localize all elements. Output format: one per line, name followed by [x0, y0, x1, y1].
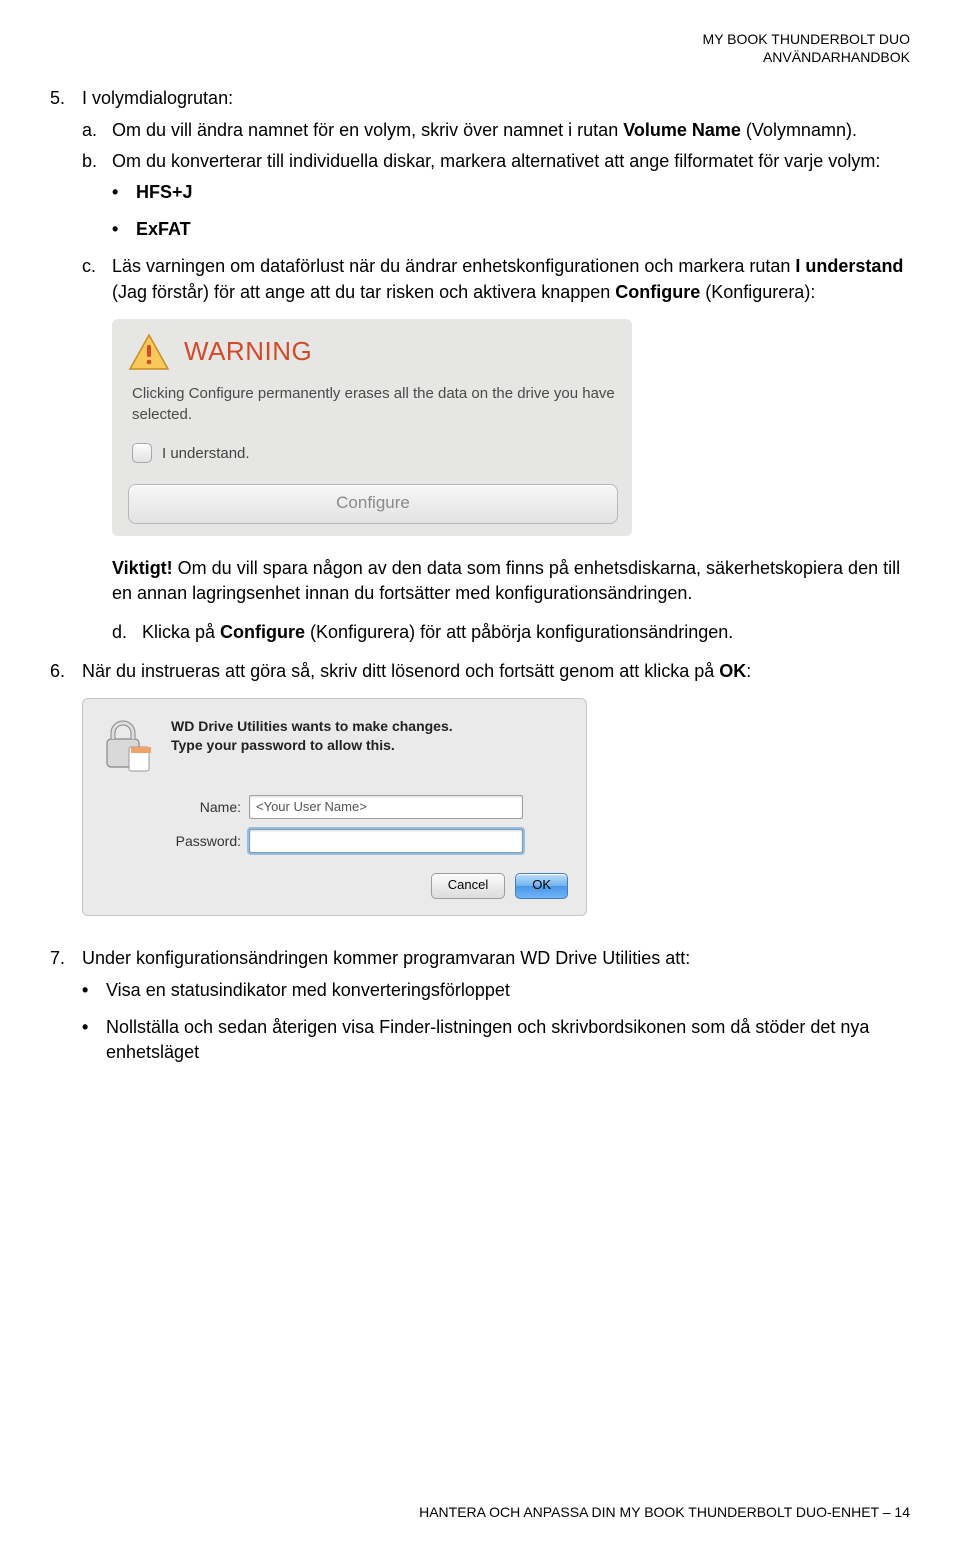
- name-field[interactable]: <Your User Name>: [249, 795, 523, 819]
- warning-text: Clicking Configure permanently erases al…: [132, 383, 616, 425]
- header-line1: MY BOOK THUNDERBOLT DUO: [50, 30, 910, 48]
- password-label: Password:: [151, 832, 249, 852]
- lock-icon: [101, 717, 157, 773]
- step-text: Under konfigurationsändringen kommer pro…: [82, 946, 910, 971]
- understand-label: I understand.: [162, 443, 250, 464]
- step-5a: a. Om du vill ändra namnet för en volym,…: [82, 118, 910, 143]
- step-6: 6. När du instrueras att göra så, skriv …: [50, 659, 910, 684]
- sub-mark: d.: [112, 620, 142, 645]
- bullet-text: Nollställa och sedan återigen visa Finde…: [106, 1015, 910, 1065]
- bullet-mark: •: [82, 978, 106, 1003]
- step-7: 7. Under konfigurationsändringen kommer …: [50, 946, 910, 971]
- step-text: I volymdialogrutan:: [82, 86, 910, 111]
- configure-button[interactable]: Configure: [128, 484, 618, 524]
- step-text: När du instrueras att göra så, skriv dit…: [82, 659, 910, 684]
- ok-button[interactable]: OK: [515, 873, 568, 899]
- sub-mark: a.: [82, 118, 112, 143]
- bullet-status: • Visa en statusindikator med konverteri…: [82, 978, 910, 1003]
- sub-mark: b.: [82, 149, 112, 174]
- sub-body: Om du vill ändra namnet för en volym, sk…: [112, 118, 910, 143]
- bullet-mark: •: [82, 1015, 106, 1065]
- step-number: 5.: [50, 86, 82, 111]
- step-5d: d. Klicka på Configure (Konfigurera) för…: [112, 620, 910, 645]
- important-note: Viktigt! Om du vill spara någon av den d…: [112, 556, 910, 606]
- sub-body: Om du konverterar till individuella disk…: [112, 149, 910, 174]
- sub-body: Läs varningen om dataförlust när du ändr…: [112, 254, 910, 304]
- bullet-text: ExFAT: [136, 217, 191, 242]
- bullet-mark: •: [112, 180, 136, 205]
- warning-dialog: WARNING Clicking Configure permanently e…: [112, 319, 632, 536]
- password-dialog: WD Drive Utilities wants to make changes…: [82, 698, 587, 916]
- name-label: Name:: [151, 798, 249, 818]
- step-5c: c. Läs varningen om dataförlust när du ä…: [82, 254, 910, 304]
- sub-body: Klicka på Configure (Konfigurera) för at…: [142, 620, 733, 645]
- bullet-reset: • Nollställa och sedan återigen visa Fin…: [82, 1015, 910, 1065]
- header-line2: ANVÄNDARHANDBOK: [50, 48, 910, 66]
- page-header: MY BOOK THUNDERBOLT DUO ANVÄNDARHANDBOK: [50, 30, 910, 66]
- sub-mark: c.: [82, 254, 112, 304]
- cancel-button[interactable]: Cancel: [431, 873, 505, 899]
- bullet-text: Visa en statusindikator med konvertering…: [106, 978, 510, 1003]
- bullet-hfs: • HFS+J: [112, 180, 910, 205]
- bullet-exfat: • ExFAT: [112, 217, 910, 242]
- step-5b: b. Om du konverterar till individuella d…: [82, 149, 910, 174]
- step-number: 7.: [50, 946, 82, 971]
- page-footer: HANTERA OCH ANPASSA DIN MY BOOK THUNDERB…: [419, 1504, 910, 1520]
- warning-title: WARNING: [184, 333, 312, 369]
- password-field[interactable]: [249, 829, 523, 853]
- bullet-mark: •: [112, 217, 136, 242]
- bullet-text: HFS+J: [136, 180, 193, 205]
- understand-checkbox[interactable]: [132, 443, 152, 463]
- step-5: 5. I volymdialogrutan:: [50, 86, 910, 111]
- password-dialog-heading: WD Drive Utilities wants to make changes…: [171, 717, 453, 773]
- warning-icon: [128, 333, 170, 371]
- step-number: 6.: [50, 659, 82, 684]
